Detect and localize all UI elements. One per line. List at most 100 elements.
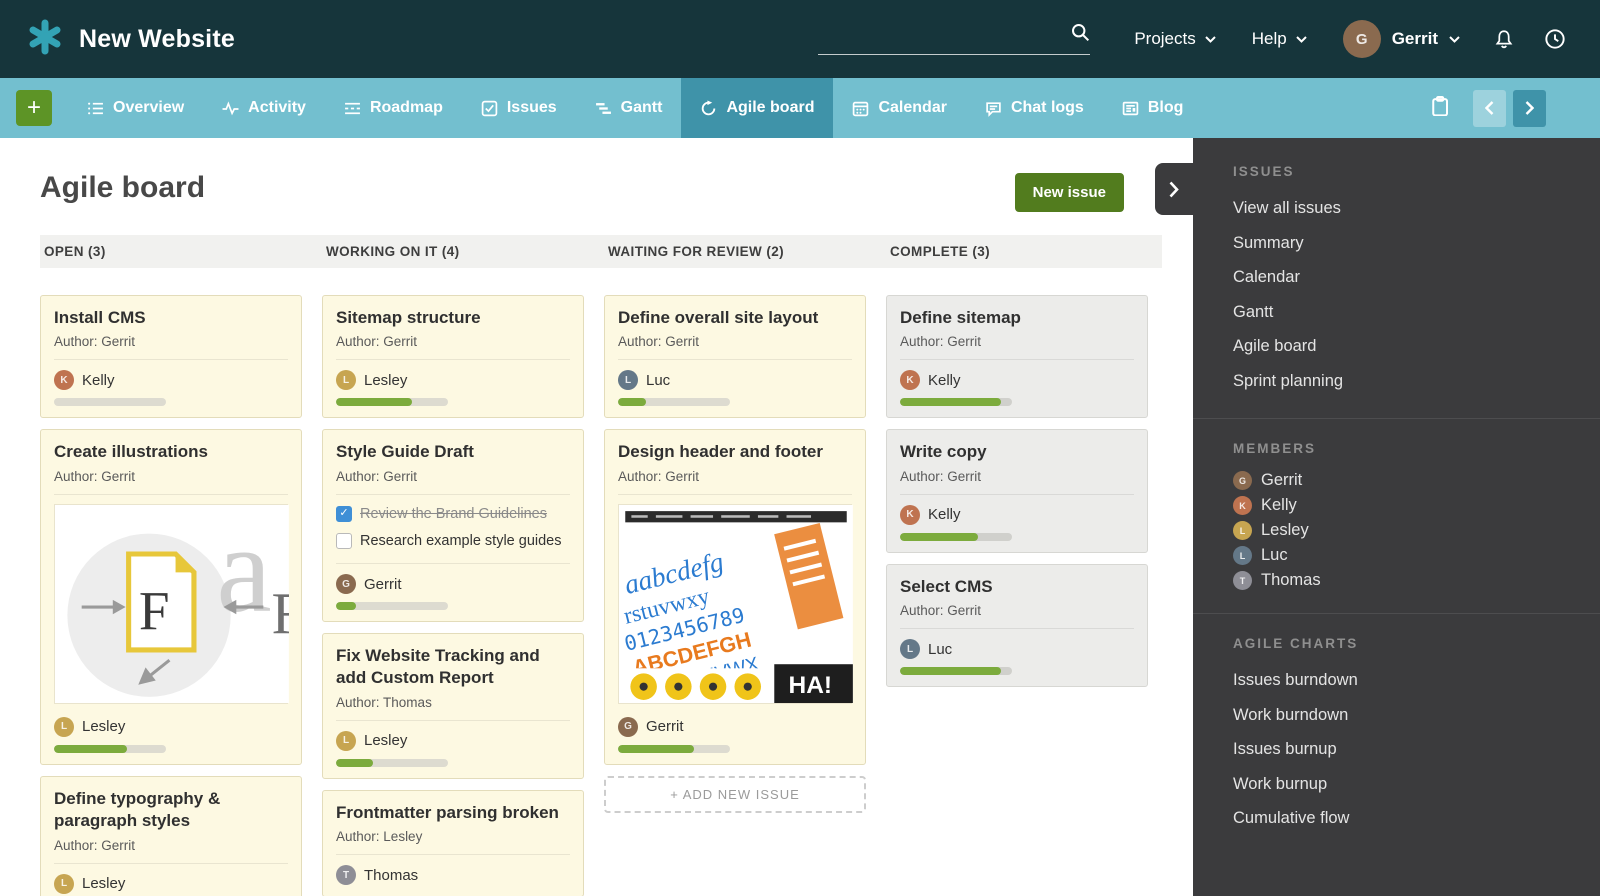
sidebar-item-issues-burndown[interactable]: Issues burndown <box>1233 663 1580 698</box>
help-menu[interactable]: Help <box>1252 29 1307 49</box>
checklist: ✓ Review the Brand Guidelines Research e… <box>336 495 570 564</box>
checklist-item[interactable]: Research example style guides <box>336 532 570 552</box>
assignee: L Lesley <box>336 360 570 390</box>
sidebar-item-calendar[interactable]: Calendar <box>1233 260 1580 295</box>
clipboard-icon[interactable] <box>1429 96 1453 121</box>
sidebar-item-issues-burnup[interactable]: Issues burnup <box>1233 732 1580 767</box>
sidebar-item-agile-board[interactable]: Agile board <box>1233 329 1580 364</box>
notifications-bell-icon[interactable] <box>1494 29 1514 50</box>
projects-menu[interactable]: Projects <box>1134 29 1215 49</box>
user-menu[interactable]: G Gerrit <box>1343 20 1460 58</box>
member-gerrit[interactable]: G Gerrit <box>1233 468 1580 493</box>
issue-attachment-image[interactable]: a F F <box>54 504 288 704</box>
issue-card[interactable]: Fix Website Tracking and add Custom Repo… <box>322 633 584 779</box>
tab-label: Issues <box>507 99 557 117</box>
progress-bar <box>900 667 1012 675</box>
tab-activity[interactable]: Activity <box>203 78 325 138</box>
sidebar-section-issues: ISSUES View all issues Summary Calendar … <box>1233 164 1580 398</box>
issue-card[interactable]: Design header and footer Author: Gerrit <box>604 429 866 764</box>
issue-card[interactable]: Style Guide Draft Author: Gerrit ✓ Revie… <box>322 429 584 622</box>
tab-issues[interactable]: Issues <box>462 78 576 138</box>
issue-card[interactable]: Define overall site layout Author: Gerri… <box>604 295 866 418</box>
tab-overview[interactable]: Overview <box>68 78 203 138</box>
tabs-scroll-right-button[interactable] <box>1513 90 1546 127</box>
member-avatar: T <box>1233 571 1252 590</box>
issue-title: Design header and footer <box>618 441 852 463</box>
issue-card[interactable]: Frontmatter parsing broken Author: Lesle… <box>322 790 584 896</box>
issue-card[interactable]: Define typography & paragraph styles Aut… <box>40 776 302 896</box>
issue-card[interactable]: Define sitemap Author: Gerrit K Kelly <box>886 295 1148 418</box>
new-issue-button[interactable]: New issue <box>1015 173 1124 212</box>
top-navbar: New Website Projects Help G Gerrit <box>0 0 1600 78</box>
sidebar-item-cumulative-flow[interactable]: Cumulative flow <box>1233 801 1580 836</box>
tab-roadmap[interactable]: Roadmap <box>325 78 462 138</box>
assignee-avatar: L <box>336 370 356 390</box>
svg-text:F: F <box>139 580 170 641</box>
assignee: L Luc <box>618 360 852 390</box>
checkbox-unchecked-icon[interactable] <box>336 533 352 549</box>
app-logo-icon[interactable] <box>26 18 64 61</box>
add-button[interactable]: + <box>16 90 52 126</box>
assignee-avatar: K <box>54 370 74 390</box>
tab-calendar[interactable]: Calendar <box>833 78 965 138</box>
recent-activity-clock-icon[interactable] <box>1544 28 1566 50</box>
sidebar-item-gantt[interactable]: Gantt <box>1233 295 1580 330</box>
tab-agile-board[interactable]: Agile board <box>681 78 833 138</box>
member-avatar: L <box>1233 546 1252 565</box>
search-input[interactable] <box>818 27 1071 44</box>
assignee: G Gerrit <box>336 564 570 594</box>
progress-bar <box>900 533 1012 541</box>
tabs-scroll-left-button[interactable] <box>1473 90 1506 127</box>
issue-card[interactable]: Select CMS Author: Gerrit L Luc <box>886 564 1148 687</box>
assignee: L Lesley <box>54 707 288 737</box>
member-luc[interactable]: L Luc <box>1233 543 1580 568</box>
progress-bar <box>336 602 448 610</box>
member-thomas[interactable]: T Thomas <box>1233 568 1580 593</box>
checklist-item[interactable]: ✓ Review the Brand Guidelines <box>336 505 570 525</box>
column-waiting-for-review: Define overall site layout Author: Gerri… <box>604 295 866 896</box>
user-avatar: G <box>1343 20 1381 58</box>
issue-card[interactable]: Create illustrations Author: Gerrit a F <box>40 429 302 764</box>
tab-blog[interactable]: Blog <box>1103 78 1203 138</box>
sidebar-collapse-button[interactable] <box>1155 163 1193 215</box>
agile-board-main: Agile board New issue OPEN (3) WORKING O… <box>0 138 1193 896</box>
section-title: MEMBERS <box>1233 441 1580 456</box>
search-icon[interactable] <box>1071 23 1090 47</box>
progress-bar <box>618 745 730 753</box>
gantt-icon <box>595 100 612 117</box>
progress-bar <box>54 745 166 753</box>
issue-author: Author: Gerrit <box>54 838 288 864</box>
sidebar-item-view-all-issues[interactable]: View all issues <box>1233 191 1580 226</box>
roadmap-icon <box>344 100 361 117</box>
member-avatar: L <box>1233 521 1252 540</box>
issue-attachment-image[interactable]: aabcdefg rstuvwxy 0123456789 ABCDEFGH PQ… <box>618 504 852 704</box>
tab-chat-logs[interactable]: Chat logs <box>966 78 1103 138</box>
issue-card[interactable]: Install CMS Author: Gerrit K Kelly <box>40 295 302 418</box>
column-header-working: WORKING ON IT (4) <box>322 244 584 259</box>
issue-card[interactable]: Write copy Author: Gerrit K Kelly <box>886 429 1148 552</box>
issue-author: Author: Thomas <box>336 695 570 721</box>
issue-author: Author: Gerrit <box>900 334 1134 360</box>
tab-label: Blog <box>1148 99 1184 117</box>
member-lesley[interactable]: L Lesley <box>1233 518 1580 543</box>
chevron-down-icon <box>1449 36 1460 43</box>
tab-gantt[interactable]: Gantt <box>576 78 682 138</box>
tab-label: Gantt <box>621 99 663 117</box>
issue-author: Author: Gerrit <box>54 334 288 360</box>
chat-icon <box>985 100 1002 117</box>
list-icon <box>87 100 104 117</box>
add-new-issue-button[interactable]: + ADD NEW ISSUE <box>604 776 866 813</box>
member-kelly[interactable]: K Kelly <box>1233 493 1580 518</box>
assignee: L Luc <box>900 629 1134 659</box>
issue-card[interactable]: Sitemap structure Author: Gerrit L Lesle… <box>322 295 584 418</box>
sidebar-item-sprint-planning[interactable]: Sprint planning <box>1233 364 1580 399</box>
sidebar-item-summary[interactable]: Summary <box>1233 226 1580 261</box>
activity-icon <box>222 100 239 117</box>
checkbox-checked-icon[interactable]: ✓ <box>336 506 352 522</box>
assignee: L Lesley <box>54 864 288 894</box>
sidebar-item-work-burndown[interactable]: Work burndown <box>1233 698 1580 733</box>
sidebar-item-work-burnup[interactable]: Work burnup <box>1233 767 1580 802</box>
member-avatar: G <box>1233 471 1252 490</box>
tab-label: Overview <box>113 99 184 117</box>
assignee-avatar: G <box>336 574 356 594</box>
